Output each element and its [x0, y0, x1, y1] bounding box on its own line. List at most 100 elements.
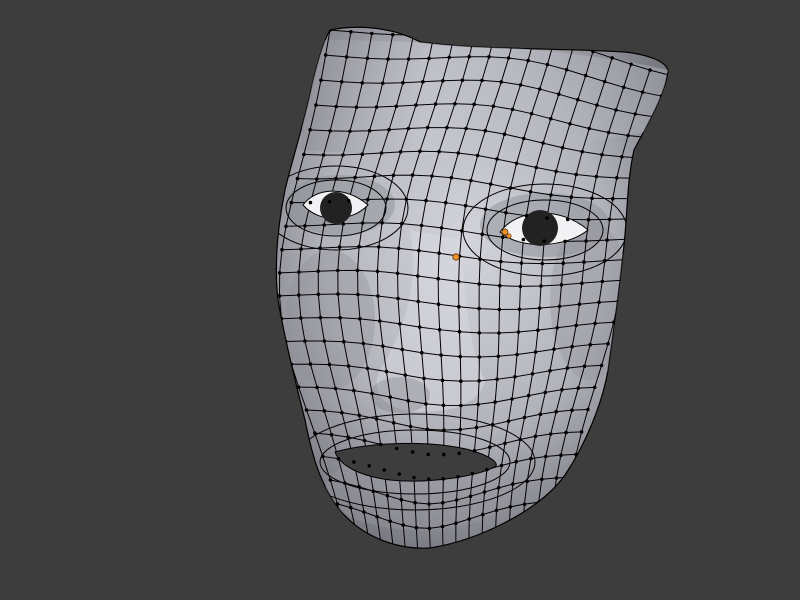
mesh-vertex[interactable] — [417, 325, 422, 329]
mesh-vertex[interactable] — [440, 378, 445, 383]
mesh-vertex[interactable] — [570, 344, 574, 349]
mesh-vertex[interactable] — [429, 551, 433, 555]
mesh-vertex[interactable] — [433, 102, 438, 106]
mesh-vertex[interactable] — [360, 221, 365, 225]
mesh-vertex[interactable] — [357, 485, 361, 489]
mesh-vertex[interactable] — [594, 174, 599, 179]
mesh-vertex[interactable] — [449, 175, 454, 180]
mesh-vertex[interactable] — [521, 237, 526, 242]
mesh-vertex[interactable] — [346, 198, 351, 203]
mesh-vertex[interactable] — [337, 245, 342, 249]
mesh-vertex[interactable] — [480, 232, 485, 236]
mesh-vertex[interactable] — [360, 152, 365, 156]
mesh-vertex[interactable] — [564, 67, 569, 72]
mesh-vertex[interactable] — [327, 200, 332, 204]
mesh-vertex[interactable] — [597, 300, 601, 305]
mesh-vertex[interactable] — [508, 505, 513, 509]
mesh-vertex[interactable] — [329, 432, 334, 437]
mesh-vertex[interactable] — [277, 294, 282, 298]
mesh-vertex[interactable] — [365, 56, 370, 61]
mesh-vertex[interactable] — [514, 459, 518, 464]
mesh-vertex[interactable] — [526, 58, 530, 63]
mesh-vertex[interactable] — [623, 257, 628, 262]
mesh-vertex[interactable] — [339, 80, 344, 84]
mesh-vertex[interactable] — [640, 90, 645, 94]
mesh-vertex[interactable] — [646, 135, 650, 140]
mesh-vertex[interactable] — [295, 176, 300, 181]
mesh-vertex[interactable] — [568, 122, 572, 126]
mesh-vertex[interactable] — [504, 210, 508, 215]
mesh-vertex[interactable] — [380, 81, 385, 85]
mesh-vertex[interactable] — [517, 307, 522, 312]
mesh-vertex[interactable] — [473, 31, 477, 36]
mesh-vertex[interactable] — [592, 385, 597, 390]
mesh-vertex[interactable] — [529, 111, 534, 116]
mesh-vertex[interactable] — [518, 83, 523, 87]
mesh-vertex[interactable] — [361, 341, 366, 346]
mesh-vertex[interactable] — [549, 193, 553, 197]
selected-vertex[interactable] — [506, 233, 512, 239]
mesh-vertex[interactable] — [626, 133, 630, 138]
mesh-vertex[interactable] — [379, 540, 383, 545]
mesh-vertex[interactable] — [520, 525, 525, 530]
mesh-vertex[interactable] — [322, 409, 327, 413]
mesh-vertex[interactable] — [518, 284, 523, 289]
mesh-vertex[interactable] — [304, 408, 309, 412]
mesh-vertex[interactable] — [327, 362, 332, 367]
mesh-vertex[interactable] — [467, 517, 472, 521]
mesh-vertex[interactable] — [395, 271, 400, 276]
mesh-vertex[interactable] — [555, 326, 559, 330]
mesh-vertex[interactable] — [493, 531, 498, 535]
mesh-vertex[interactable] — [396, 296, 400, 301]
mesh-vertex[interactable] — [328, 478, 333, 482]
mesh-vertex[interactable] — [561, 261, 565, 266]
mesh-vertex[interactable] — [506, 419, 511, 423]
mesh-vertex[interactable] — [522, 502, 527, 507]
mesh-vertex[interactable] — [321, 454, 325, 459]
mesh-vertex[interactable] — [336, 292, 340, 296]
mesh-vertex[interactable] — [614, 108, 618, 112]
mesh-vertex[interactable] — [648, 68, 652, 72]
mesh-vertex[interactable] — [386, 57, 390, 61]
mesh-vertex[interactable] — [367, 464, 372, 468]
mesh-vertex[interactable] — [426, 477, 431, 482]
mesh-vertex[interactable] — [476, 402, 480, 407]
mesh-vertex[interactable] — [526, 393, 531, 398]
mesh-vertex[interactable] — [493, 31, 497, 36]
mesh-vertex[interactable] — [414, 103, 418, 107]
mesh-vertex[interactable] — [365, 366, 370, 371]
mesh-vertex[interactable] — [360, 81, 365, 85]
mesh-vertex[interactable] — [366, 197, 370, 202]
mesh-vertex[interactable] — [582, 364, 587, 369]
mesh-vertex[interactable] — [378, 442, 383, 447]
mesh-vertex[interactable] — [584, 239, 588, 243]
mesh-vertex[interactable] — [399, 497, 404, 502]
mesh-vertex[interactable] — [441, 403, 446, 408]
selected-vertex[interactable] — [501, 228, 509, 236]
mesh-vertex[interactable] — [436, 302, 441, 307]
mesh-vertex[interactable] — [552, 38, 557, 43]
mesh-vertex[interactable] — [441, 501, 445, 505]
mesh-vertex[interactable] — [522, 136, 526, 141]
mesh-vertex[interactable] — [439, 226, 444, 230]
mesh-vertex[interactable] — [376, 294, 380, 298]
mesh-vertex[interactable] — [297, 270, 301, 274]
mesh-vertex[interactable] — [515, 352, 519, 357]
mesh-vertex[interactable] — [506, 56, 511, 60]
mesh-vertex[interactable] — [518, 437, 522, 442]
mesh-vertex[interactable] — [605, 238, 609, 242]
mesh-vertex[interactable] — [510, 397, 514, 401]
mesh-vertex[interactable] — [459, 403, 463, 408]
mesh-vertex[interactable] — [413, 500, 417, 505]
mesh-vertex[interactable] — [580, 281, 584, 286]
mesh-vertex[interactable] — [522, 415, 527, 420]
mesh-vertex[interactable] — [458, 354, 463, 359]
mesh-vertex[interactable] — [457, 451, 462, 456]
mesh-vertex[interactable] — [341, 153, 345, 157]
mesh-vertex[interactable] — [318, 246, 323, 250]
mesh-vertex[interactable] — [633, 112, 637, 116]
mesh-vertex[interactable] — [346, 435, 350, 439]
mesh-vertex[interactable] — [474, 425, 479, 430]
mesh-vertex[interactable] — [620, 155, 624, 159]
mesh-vertex[interactable] — [606, 130, 611, 135]
